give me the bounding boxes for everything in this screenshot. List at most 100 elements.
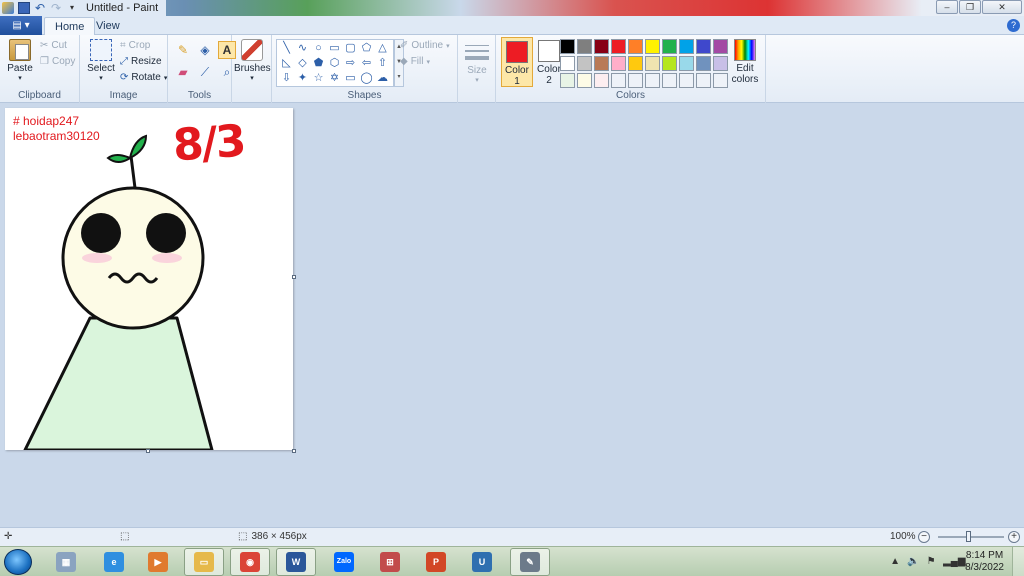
taskbar-app-file-explorer[interactable]: ▭ — [184, 548, 224, 576]
palette-swatch[interactable] — [577, 39, 592, 54]
right-triangle-shape-icon[interactable]: ◺ — [279, 56, 294, 71]
palette-swatch[interactable] — [662, 73, 677, 88]
oval-callout-shape-icon[interactable]: ◯ — [359, 71, 374, 86]
palette-swatch[interactable] — [696, 39, 711, 54]
palette-swatch[interactable] — [713, 39, 728, 54]
up-arrow-shape-icon[interactable]: ⇧ — [375, 56, 390, 71]
palette-swatch[interactable] — [611, 39, 626, 54]
system-clock[interactable]: 8:14 PM 8/3/2022 — [965, 550, 1004, 574]
canvas-resize-handle-right[interactable] — [292, 275, 296, 279]
palette-swatch[interactable] — [594, 73, 609, 88]
restore-button[interactable]: ❐ — [959, 0, 981, 14]
edit-colors-button[interactable]: Edit colors — [730, 37, 760, 85]
palette-swatch[interactable] — [645, 56, 660, 71]
six-point-star-shape-icon[interactable]: ✡ — [327, 71, 342, 86]
network-signal-icon[interactable]: ▂▄▆ — [943, 556, 965, 568]
canvas-resize-handle-corner[interactable] — [292, 449, 296, 453]
zoom-slider[interactable] — [938, 536, 1004, 538]
start-button[interactable] — [4, 549, 32, 575]
taskbar-app-word[interactable]: W — [276, 548, 316, 576]
taskbar-app-ultraviewer[interactable]: U — [462, 548, 502, 576]
palette-swatch[interactable] — [577, 73, 592, 88]
down-arrow-shape-icon[interactable]: ⇩ — [279, 71, 294, 86]
taskbar-app-paint[interactable]: ✎ — [510, 548, 550, 576]
rectangle-shape-icon[interactable]: ▭ — [327, 41, 342, 56]
rotate-button[interactable]: ⟳ Rotate ▾ — [120, 72, 167, 83]
palette-swatch[interactable] — [560, 73, 575, 88]
taskbar-app-network-app[interactable]: ⊞ — [370, 548, 410, 576]
taskbar-app-chrome[interactable]: ◉ — [230, 548, 270, 576]
palette-swatch[interactable] — [679, 56, 694, 71]
customize-toolbar-icon[interactable]: ▾ — [66, 2, 78, 14]
select-button[interactable]: Select ▾ — [84, 39, 118, 82]
paste-button[interactable]: Paste ▾ — [4, 39, 36, 82]
close-button[interactable]: ✕ — [982, 0, 1022, 14]
cut-button[interactable]: ✂ Cut — [40, 40, 67, 51]
palette-swatch[interactable] — [628, 39, 643, 54]
palette-swatch[interactable] — [611, 56, 626, 71]
left-arrow-shape-icon[interactable]: ⇦ — [359, 56, 374, 71]
zoom-slider-thumb[interactable] — [966, 531, 971, 542]
copy-button[interactable]: ❐ Copy — [40, 56, 75, 67]
palette-swatch[interactable] — [713, 73, 728, 88]
fill-bucket-icon[interactable]: ◈ — [196, 41, 214, 59]
palette-swatch[interactable] — [679, 39, 694, 54]
taskbar-app-powerpoint[interactable]: P — [416, 548, 456, 576]
taskbar-app-zalo[interactable]: Zalo — [324, 548, 364, 576]
palette-swatch[interactable] — [560, 39, 575, 54]
size-button[interactable]: Size ▾ — [460, 37, 494, 84]
redo-icon[interactable]: ↷ — [50, 2, 62, 14]
rounded-rectangle-shape-icon[interactable]: ▢ — [343, 41, 358, 56]
line-shape-icon[interactable]: ╲ — [279, 41, 294, 56]
palette-swatch[interactable] — [696, 56, 711, 71]
tab-view[interactable]: View — [86, 17, 130, 35]
pentagon-shape-icon[interactable]: ⬟ — [311, 56, 326, 71]
color-picker-icon[interactable]: ⟋ — [196, 63, 214, 81]
palette-swatch[interactable] — [645, 73, 660, 88]
oval-shape-icon[interactable]: ○ — [311, 41, 326, 56]
palette-swatch[interactable] — [628, 56, 643, 71]
palette-swatch[interactable] — [696, 73, 711, 88]
palette-swatch[interactable] — [611, 73, 626, 88]
diamond-shape-icon[interactable]: ◇ — [295, 56, 310, 71]
triangle-shape-icon[interactable]: △ — [375, 41, 390, 56]
help-icon[interactable]: ? — [1007, 19, 1020, 32]
curve-shape-icon[interactable]: ∿ — [295, 41, 310, 56]
outline-button[interactable]: ✐ Outline ▾ — [400, 40, 450, 51]
brushes-button[interactable]: Brushes ▾ — [234, 39, 271, 82]
cloud-callout-shape-icon[interactable]: ☁ — [375, 71, 390, 86]
five-point-star-shape-icon[interactable]: ☆ — [311, 71, 326, 86]
right-arrow-shape-icon[interactable]: ⇨ — [343, 56, 358, 71]
polygon-shape-icon[interactable]: ⬠ — [359, 41, 374, 56]
undo-icon[interactable]: ↶ — [34, 2, 46, 14]
resize-button[interactable]: ⤢ Resize — [120, 56, 162, 67]
rounded-callout-shape-icon[interactable]: ▭ — [343, 71, 358, 86]
crop-button[interactable]: ⌗ Crop — [120, 40, 150, 51]
fill-button[interactable]: ◆ Fill ▾ — [400, 56, 430, 67]
taskbar-app-calculator[interactable]: ▦ — [46, 548, 86, 576]
show-desktop-button[interactable] — [1012, 547, 1024, 576]
hexagon-shape-icon[interactable]: ⬡ — [327, 56, 342, 71]
palette-swatch[interactable] — [594, 56, 609, 71]
palette-swatch[interactable] — [628, 73, 643, 88]
palette-swatch[interactable] — [560, 56, 575, 71]
volume-icon[interactable]: 🔈 — [907, 556, 919, 568]
taskbar-app-internet-explorer[interactable]: e — [94, 548, 134, 576]
palette-swatch[interactable] — [662, 39, 677, 54]
save-icon[interactable] — [18, 2, 30, 14]
taskbar-app-media-player[interactable]: ▶ — [138, 548, 178, 576]
zoom-out-button[interactable]: − — [918, 531, 930, 543]
paint-app-icon[interactable] — [2, 2, 14, 14]
eraser-icon[interactable]: ▰ — [174, 63, 192, 81]
palette-swatch[interactable] — [679, 73, 694, 88]
pencil-icon[interactable]: ✎ — [174, 41, 192, 59]
four-point-star-shape-icon[interactable]: ✦ — [295, 71, 310, 86]
palette-swatch[interactable] — [594, 39, 609, 54]
palette-swatch[interactable] — [577, 56, 592, 71]
minimize-button[interactable]: – — [936, 0, 958, 14]
show-hidden-icons-icon[interactable]: ▲ — [889, 556, 901, 568]
canvas-resize-handle-bottom[interactable] — [146, 449, 150, 453]
palette-swatch[interactable] — [662, 56, 677, 71]
color-1-button[interactable]: Color 1 — [501, 37, 533, 87]
palette-swatch[interactable] — [645, 39, 660, 54]
